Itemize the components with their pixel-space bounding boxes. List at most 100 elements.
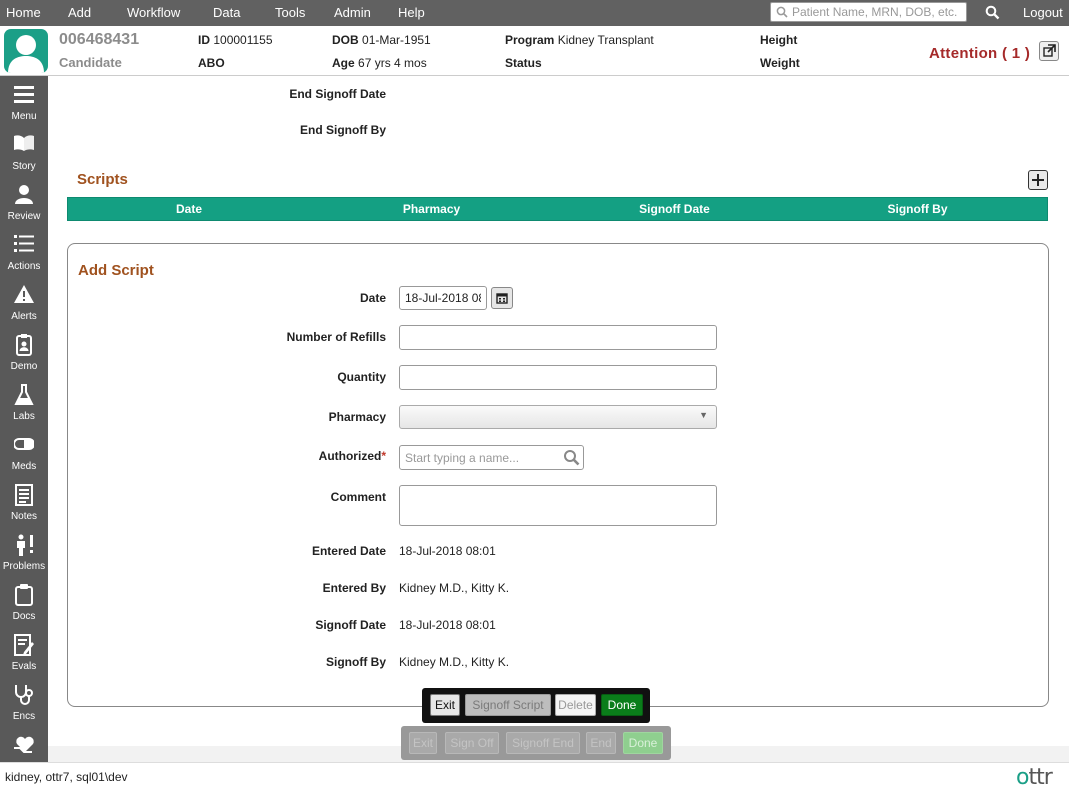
nav-help[interactable]: Help	[398, 0, 425, 26]
person-icon	[15, 185, 33, 204]
nav-add[interactable]: Add	[68, 0, 91, 26]
sidebar-item-docs[interactable]: Docs	[0, 578, 48, 626]
sidebar-item-review[interactable]: Review	[0, 178, 48, 226]
patient-type: Candidate	[59, 55, 122, 70]
column-header-signoff-by[interactable]: Signoff By	[796, 198, 1039, 220]
patient-search-input[interactable]	[792, 4, 964, 20]
age-label: Age	[332, 56, 355, 70]
weight-label: Weight	[760, 56, 800, 70]
add-script-panel: Add Script Date Number of Refills Quanti…	[67, 243, 1049, 707]
delete-button[interactable]: Delete	[555, 694, 596, 716]
add-script-button[interactable]	[1028, 170, 1048, 190]
pill-icon	[14, 438, 34, 450]
signoff-script-button[interactable]: Signoff Script	[465, 694, 551, 716]
sidebar-item-label: Demo	[10, 361, 38, 372]
script-action-toolbar: Exit Signoff Script Delete Done	[422, 688, 650, 723]
plus-icon	[1032, 174, 1044, 186]
dob-label: DOB	[332, 33, 359, 47]
end-signoff-by-label: End Signoff By	[300, 123, 386, 137]
id-label: ID	[198, 33, 210, 47]
sidebar-item-label: Encs	[12, 711, 36, 722]
exit-button[interactable]: Exit	[430, 694, 460, 716]
calendar-icon	[496, 293, 508, 304]
sidebar-item-label: Review	[7, 211, 41, 222]
patient-search-box[interactable]	[770, 2, 967, 22]
signoff-date-label: Signoff Date	[315, 618, 386, 632]
warning-icon	[14, 285, 34, 303]
age-value: 67 yrs 4 mos	[358, 56, 427, 70]
sidebar-item-label: Docs	[12, 611, 36, 622]
signoff-end-button[interactable]: Signoff End	[506, 732, 580, 754]
add-script-title: Add Script	[78, 262, 154, 279]
patient-weight: Weight	[760, 56, 800, 70]
calendar-button[interactable]	[491, 287, 513, 309]
refills-input[interactable]	[399, 325, 717, 350]
sidebar-item-problems[interactable]: Problems	[0, 528, 48, 576]
done-button[interactable]: Done	[601, 694, 643, 716]
required-marker: *	[381, 449, 386, 463]
column-header-signoff-date[interactable]: Signoff Date	[553, 198, 796, 220]
date-input[interactable]	[399, 286, 487, 310]
sidebar-item-evals[interactable]: Evals	[0, 628, 48, 676]
authorized-label-text: Authorized	[318, 449, 382, 463]
scripts-table-header: Date Pharmacy Signoff Date Signoff By	[67, 197, 1048, 221]
sign-off-button[interactable]: Sign Off	[445, 732, 499, 754]
sidebar-item-label: Labs	[13, 411, 35, 422]
signoff-date-value: 18-Jul-2018 08:01	[399, 618, 496, 632]
search-icon[interactable]	[985, 5, 1000, 20]
end-button[interactable]: End	[586, 732, 616, 754]
comment-textarea[interactable]	[399, 485, 717, 526]
column-header-date[interactable]: Date	[68, 198, 310, 220]
status-bar: kidney, ottr7, sql01\dev ottr	[0, 762, 1069, 790]
search-icon[interactable]	[563, 449, 580, 466]
patient-abo: ABO	[198, 56, 225, 70]
sidebar-item-label: Meds	[11, 461, 37, 472]
environment-text: kidney, ottr7, sql01\dev	[5, 770, 128, 784]
dob-value: 01-Mar-1951	[362, 33, 431, 47]
authorized-search-input[interactable]	[399, 445, 584, 470]
nav-tools[interactable]: Tools	[275, 0, 305, 26]
nav-workflow[interactable]: Workflow	[127, 0, 180, 26]
height-label: Height	[760, 33, 798, 47]
sidebar-item-menu[interactable]: Menu	[0, 78, 48, 126]
sidebar-item-label: Actions	[7, 261, 41, 272]
program-value: Kidney Transplant	[557, 33, 654, 47]
nav-admin[interactable]: Admin	[334, 0, 371, 26]
clipboard-icon	[15, 584, 33, 606]
column-header-pharmacy[interactable]: Pharmacy	[310, 198, 553, 220]
logout-link[interactable]: Logout	[1023, 0, 1063, 26]
exit-button-secondary[interactable]: Exit	[409, 732, 437, 754]
done-button-secondary[interactable]: Done	[623, 732, 663, 754]
signoff-by-value: Kidney M.D., Kitty K.	[399, 655, 510, 669]
sidebar-item-transplant[interactable]	[0, 728, 48, 762]
pharmacy-select[interactable]: ▼	[399, 405, 717, 429]
ottr-logo: ottr	[1016, 765, 1053, 790]
sidebar-item-encs[interactable]: Encs	[0, 678, 48, 726]
avatar[interactable]	[4, 29, 48, 73]
nav-home[interactable]: Home	[6, 0, 41, 26]
patient-age: Age 67 yrs 4 mos	[332, 56, 427, 70]
comment-label: Comment	[330, 490, 386, 504]
sidebar-item-meds[interactable]: Meds	[0, 428, 48, 476]
person-avatar-icon	[8, 35, 44, 73]
sidebar-item-labs[interactable]: Labs	[0, 378, 48, 426]
quantity-label: Quantity	[337, 370, 386, 384]
attention-link[interactable]: Attention ( 1 )	[929, 45, 1030, 62]
patient-height: Height	[760, 33, 797, 47]
quantity-input[interactable]	[399, 365, 717, 390]
sidebar-item-story[interactable]: Story	[0, 128, 48, 176]
chevron-down-icon: ▼	[699, 410, 708, 420]
flask-icon	[14, 384, 34, 405]
logo-letter-o: o	[1016, 765, 1030, 790]
problem-person-icon	[17, 534, 33, 556]
patient-mrn: 006468431	[59, 31, 140, 48]
sidebar-item-actions[interactable]: Actions	[0, 228, 48, 276]
nav-data[interactable]: Data	[213, 0, 240, 26]
entered-by-label: Entered By	[322, 581, 386, 595]
entered-date-label: Entered Date	[311, 544, 386, 558]
sidebar-item-demo[interactable]: Demo	[0, 328, 48, 376]
popout-button[interactable]	[1039, 41, 1059, 61]
end-signoff-date-label: End Signoff Date	[289, 87, 386, 101]
sidebar-item-alerts[interactable]: Alerts	[0, 278, 48, 326]
sidebar-item-notes[interactable]: Notes	[0, 478, 48, 526]
